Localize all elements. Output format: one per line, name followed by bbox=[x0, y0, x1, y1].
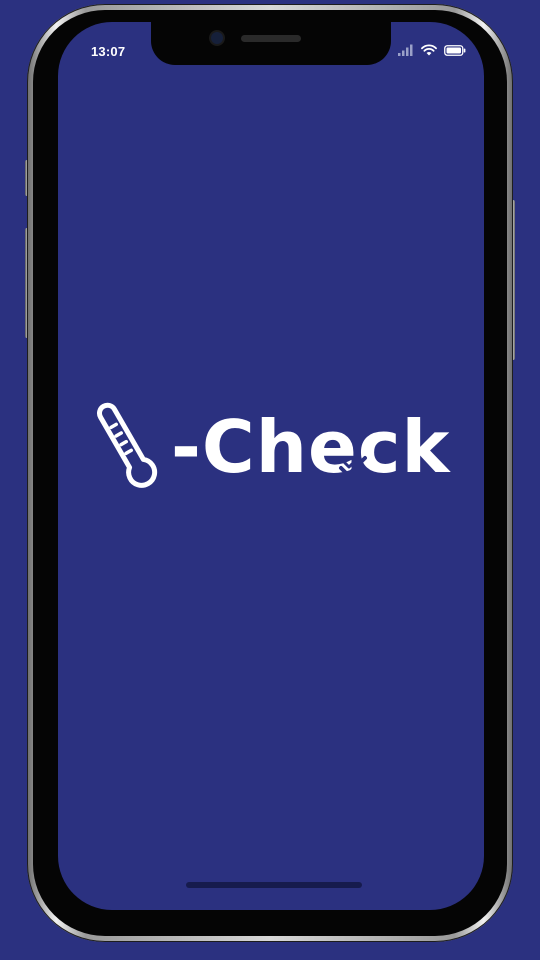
app-logo: -Check bbox=[96, 400, 449, 494]
front-camera bbox=[211, 32, 223, 44]
earpiece-speaker bbox=[241, 35, 301, 42]
notch bbox=[151, 22, 391, 65]
app-stage: 13:07 -Check bbox=[0, 0, 540, 960]
status-icons bbox=[398, 44, 466, 56]
home-indicator[interactable] bbox=[186, 882, 362, 888]
thermometer-icon bbox=[97, 402, 158, 488]
status-time: 13:07 bbox=[91, 44, 126, 59]
battery-icon bbox=[444, 44, 466, 56]
splash-screen: 13:07 -Check bbox=[58, 22, 484, 910]
signal-icon bbox=[398, 44, 413, 56]
wifi-icon bbox=[421, 44, 437, 56]
check-badge-icon bbox=[339, 456, 367, 477]
logo-text: -Check bbox=[171, 405, 451, 489]
